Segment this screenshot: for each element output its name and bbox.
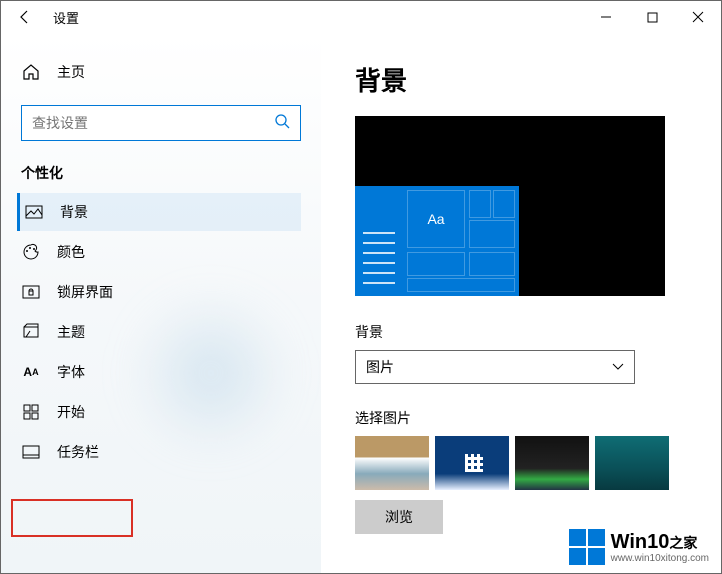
chevron-down-icon [612, 360, 624, 374]
picture-thumb-1[interactable] [355, 436, 429, 490]
sidebar: 主页 个性化 背景 颜色 锁屏界面 主题 [1, 33, 321, 573]
sidebar-item-label: 任务栏 [57, 442, 99, 462]
back-arrow-icon [17, 9, 33, 25]
home-button[interactable]: 主页 [21, 53, 301, 91]
sidebar-item-label: 字体 [57, 362, 85, 382]
dropdown-value: 图片 [366, 357, 394, 377]
section-title: 个性化 [21, 163, 301, 183]
sidebar-item-taskbar[interactable]: 任务栏 [17, 433, 301, 471]
sidebar-item-label: 主题 [57, 322, 85, 342]
picture-thumb-2[interactable] [435, 436, 509, 490]
annotation-highlight [11, 499, 133, 537]
nav-list: 背景 颜色 锁屏界面 主题 AA 字体 开始 [21, 193, 301, 471]
sidebar-item-start[interactable]: 开始 [17, 393, 301, 431]
sidebar-item-label: 开始 [57, 402, 85, 422]
home-icon [21, 62, 41, 82]
sidebar-item-lockscreen[interactable]: 锁屏界面 [17, 273, 301, 311]
picture-thumb-4[interactable] [595, 436, 669, 490]
search-input[interactable] [32, 115, 274, 131]
sidebar-item-themes[interactable]: 主题 [17, 313, 301, 351]
sidebar-item-background[interactable]: 背景 [17, 193, 301, 231]
theme-icon [21, 322, 41, 342]
preview-tile-aa: Aa [407, 190, 465, 248]
main-panel: 背景 Aa 背景 图片 选择图片 [321, 33, 721, 573]
picture-thumb-3[interactable] [515, 436, 589, 490]
minimize-button[interactable] [583, 1, 629, 33]
maximize-button[interactable] [629, 1, 675, 33]
back-button[interactable] [9, 1, 41, 33]
home-label: 主页 [57, 62, 85, 82]
search-box[interactable] [21, 105, 301, 141]
preview-start-sidebar [355, 186, 403, 296]
select-picture-label: 选择图片 [355, 408, 701, 428]
window-controls [583, 1, 721, 33]
windows-logo-icon [569, 529, 605, 565]
close-icon [692, 11, 704, 23]
background-dropdown[interactable]: 图片 [355, 350, 635, 384]
sidebar-item-colors[interactable]: 颜色 [17, 233, 301, 271]
picture-thumbnails [355, 436, 701, 490]
maximize-icon [647, 12, 658, 23]
desktop-preview: Aa [355, 116, 665, 296]
image-icon [24, 202, 44, 222]
sidebar-item-label: 背景 [60, 202, 88, 222]
taskbar-icon [21, 442, 41, 462]
window-title: 设置 [53, 8, 79, 27]
background-label: 背景 [355, 322, 701, 342]
page-title: 背景 [355, 61, 701, 98]
sidebar-item-fonts[interactable]: AA 字体 [17, 353, 301, 391]
start-icon [21, 402, 41, 422]
titlebar: 设置 [1, 1, 721, 33]
preview-start-tiles: Aa [403, 186, 519, 296]
sidebar-item-label: 锁屏界面 [57, 282, 113, 302]
sidebar-item-label: 颜色 [57, 242, 85, 262]
font-icon: AA [21, 362, 41, 382]
search-icon [274, 113, 290, 134]
close-button[interactable] [675, 1, 721, 33]
lock-screen-icon [21, 282, 41, 302]
palette-icon [21, 242, 41, 262]
watermark: Win10之家 www.win10xitong.com [569, 529, 709, 565]
minimize-icon [600, 11, 612, 23]
browse-button[interactable]: 浏览 [355, 500, 443, 534]
